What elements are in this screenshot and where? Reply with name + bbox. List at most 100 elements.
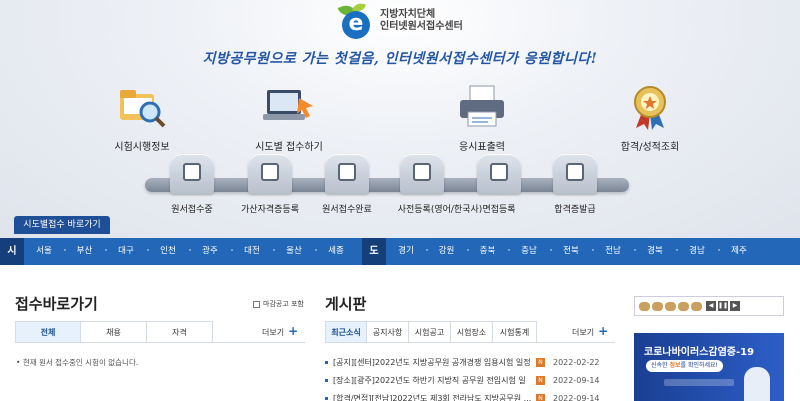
pager-dot[interactable] — [652, 301, 663, 311]
board-more-label: 더보기 — [572, 328, 595, 337]
printer-icon — [454, 82, 510, 130]
board-title: 게시판 — [325, 295, 367, 313]
item-date: 2022-02-22 — [553, 357, 600, 367]
document-edit-icon[interactable] — [400, 154, 444, 194]
region-bar: 시 서울 부산 대구 인천 광주 대전 울산 세종 도 경기 강원 충북 충남 … — [0, 238, 800, 265]
tab-notice[interactable]: 공지사항 — [367, 321, 409, 342]
tab-all[interactable]: 전체 — [15, 321, 81, 342]
pause-icon[interactable]: ❚❚ — [718, 301, 728, 311]
plus-icon: + — [288, 324, 299, 338]
checkbox-icon[interactable] — [325, 154, 369, 194]
item-title[interactable]: [합격/면접][전남]2022년도 제3회 전라남도 지방공무원 ... — [333, 393, 533, 401]
quick-apply-tab[interactable]: 시도별접수 바로가기 — [14, 216, 110, 234]
submenu-applying[interactable]: 원서접수중 — [152, 202, 232, 215]
tab-recent-news[interactable]: 최근소식 — [325, 321, 367, 342]
region-daejeon[interactable]: 대전 — [231, 238, 273, 265]
tab-exam-stats[interactable]: 시험통계 — [493, 321, 537, 342]
menu-result-lookup[interactable]: 합격/성적조회 — [614, 82, 686, 153]
pager-dot[interactable] — [639, 301, 650, 311]
item-title[interactable]: [장소][광주]2022년도 하반기 지방직 공무원 전입시험 일 — [333, 375, 533, 386]
region-sejong[interactable]: 세종 — [315, 238, 357, 265]
board-more-link[interactable]: 더보기 + — [572, 324, 608, 338]
bullet-icon — [325, 396, 328, 400]
region-incheon[interactable]: 인천 — [147, 238, 189, 265]
list-item[interactable]: [공지][센터]2022년도 지방공무원 공개경쟁 임용시험 일정 N 2022… — [325, 353, 610, 371]
region-gyeonggi[interactable]: 경기 — [386, 238, 426, 265]
id-card-icon[interactable] — [248, 154, 292, 194]
submenu-apply-complete[interactable]: 원서접수완료 — [307, 202, 387, 215]
certificate-badge-icon[interactable] — [553, 154, 597, 194]
region-ulsan[interactable]: 울산 — [273, 238, 315, 265]
new-badge: N — [536, 393, 545, 401]
banner-title: 코로나바이러스감염증-19 — [644, 347, 755, 358]
menu-apply-by-region[interactable]: 시도별 접수하기 — [244, 82, 334, 153]
banner-sub-pre: 신속한 — [651, 362, 668, 369]
region-gyeongbuk[interactable]: 경북 — [634, 238, 676, 265]
checkbox-box[interactable] — [253, 300, 260, 308]
next-arrow-icon[interactable]: ▶ — [730, 301, 740, 311]
item-date: 2022-09-14 — [553, 375, 600, 385]
prev-arrow-icon[interactable]: ◀ — [706, 301, 716, 311]
site-logo[interactable]: e 지방자치단체 인터넷원서접수센터 — [336, 1, 463, 39]
region-seoul[interactable]: 서울 — [24, 238, 64, 265]
award-medal-icon — [622, 82, 678, 130]
e-logo-icon: e — [336, 1, 376, 39]
region-jeonnam[interactable]: 전남 — [592, 238, 634, 265]
list-item[interactable]: [장소][광주]2022년도 하반기 지방직 공무원 전입시험 일 N 2022… — [325, 371, 610, 389]
banner-footer-logos — [664, 379, 734, 386]
laptop-click-icon — [261, 82, 317, 130]
slogan: 지방공무원으로 가는 첫걸음, 인터넷원서접수센터가 응원합니다! — [202, 51, 598, 67]
receipt-more-label: 더보기 — [262, 328, 285, 337]
pencil-icon[interactable] — [170, 154, 214, 194]
item-title[interactable]: [공지][센터]2022년도 지방공무원 공개경쟁 임용시험 일정 — [333, 357, 533, 368]
region-jeju[interactable]: 제주 — [718, 238, 760, 265]
menu-exam-info-label: 시험시행정보 — [114, 142, 170, 153]
receipt-empty-message: • 현재 원서 접수중인 시험이 없습니다. — [16, 358, 139, 367]
closed-notice-label: 마감공고 포함 — [263, 300, 304, 308]
region-chungnam[interactable]: 충남 — [508, 238, 550, 265]
region-si-label: 시 — [0, 238, 24, 265]
new-badge: N — [536, 375, 545, 385]
banner-pager: ◀ ❚❚ ▶ — [634, 296, 784, 316]
receipt-more-link[interactable]: 더보기 + — [262, 324, 298, 338]
submenu-certificate[interactable]: 합격증발급 — [535, 202, 615, 215]
plus-icon: + — [598, 324, 609, 338]
menu-exam-info[interactable]: 시험시행정보 — [106, 82, 178, 153]
list-item[interactable]: [합격/면접][전남]2022년도 제3회 전라남도 지방공무원 ... N 2… — [325, 389, 610, 401]
tab-employment[interactable]: 채용 — [81, 321, 147, 342]
pager-dot[interactable] — [665, 301, 676, 311]
region-chungbuk[interactable]: 충북 — [467, 238, 508, 265]
region-do-label: 도 — [362, 238, 386, 265]
covid-banner[interactable]: 코로나바이러스감염증-19 신속한 정보를 확인하세요! — [634, 333, 784, 401]
region-busan[interactable]: 부산 — [64, 238, 105, 265]
bullet-icon — [325, 360, 328, 364]
banner-sub-post: 를 확인하세요! — [680, 362, 718, 369]
tab-qualification[interactable]: 자격 — [147, 321, 213, 342]
board-list: [공지][센터]2022년도 지방공무원 공개경쟁 임용시험 일정 N 2022… — [325, 353, 610, 401]
tab-exam-notice[interactable]: 시험공고 — [409, 321, 451, 342]
menu-print-admission-label: 응시표출력 — [459, 142, 505, 153]
region-gyeongnam[interactable]: 경남 — [676, 238, 718, 265]
pager-dot[interactable] — [691, 301, 702, 311]
item-date: 2022-09-14 — [553, 393, 600, 401]
menu-result-lookup-label: 합격/성적조회 — [620, 142, 680, 153]
logo-line2: 인터넷원서접수센터 — [380, 21, 463, 32]
folder-search-icon — [114, 82, 170, 130]
protective-suit-person-icon — [744, 367, 770, 401]
banner-sub-em: 정보 — [669, 362, 681, 369]
region-gwangju[interactable]: 광주 — [189, 238, 231, 265]
submenu-extra-cert[interactable]: 가산자격증등록 — [230, 202, 310, 215]
closed-notice-checkbox[interactable]: 마감공고 포함 — [253, 299, 304, 309]
header-area: e 지방자치단체 인터넷원서접수센터 지방공무원으로 가는 첫걸음, 인터넷원서… — [0, 0, 800, 238]
interview-icon[interactable] — [477, 154, 521, 194]
empty-message-text: 현재 원서 접수중인 시험이 없습니다. — [22, 358, 139, 367]
region-daegu[interactable]: 대구 — [105, 238, 147, 265]
region-gangwon[interactable]: 강원 — [426, 238, 467, 265]
banner-subtitle: 신속한 정보를 확인하세요! — [646, 360, 723, 372]
menu-print-admission[interactable]: 응시표출력 — [446, 82, 518, 153]
region-jeonbuk[interactable]: 전북 — [550, 238, 592, 265]
receipt-title: 접수바로가기 — [15, 295, 98, 313]
pager-dot[interactable] — [678, 301, 689, 311]
submenu-interview[interactable]: 면접등록 — [459, 202, 539, 215]
tab-exam-place[interactable]: 시험장소 — [451, 321, 493, 342]
